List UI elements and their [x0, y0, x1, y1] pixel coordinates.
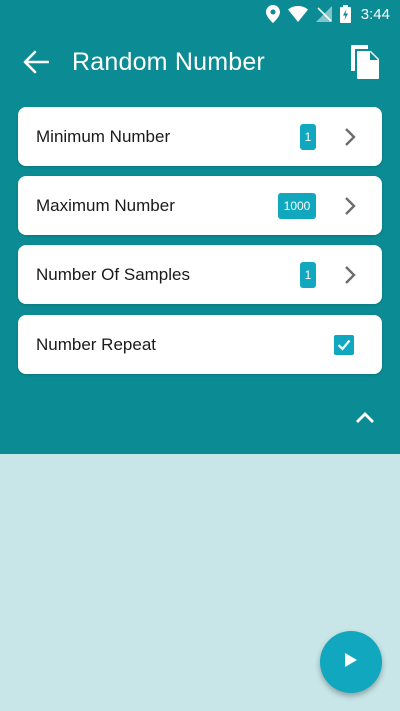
chevron-right-icon	[340, 196, 360, 216]
copy-icon	[349, 44, 379, 84]
chevron-up-icon	[355, 410, 375, 429]
generate-button[interactable]	[320, 631, 382, 693]
collapse-button[interactable]	[350, 404, 380, 434]
setting-label: Minimum Number	[36, 126, 171, 146]
play-icon	[344, 652, 358, 673]
status-bar: 3:44	[0, 0, 400, 28]
setting-minimum-number[interactable]: Minimum Number 1	[18, 107, 382, 166]
toolbar: Random Number	[0, 32, 400, 96]
arrow-left-icon	[23, 50, 50, 79]
setting-maximum-number[interactable]: Maximum Number 1000	[18, 176, 382, 235]
battery-charging-icon	[339, 5, 351, 23]
value-badge: 1	[300, 261, 316, 288]
value-badge: 1000	[278, 192, 316, 219]
settings-panel: 3:44 Random Number Minimum Number 1 Maxi…	[0, 0, 400, 454]
wifi-icon	[287, 6, 308, 22]
setting-label: Number Of Samples	[36, 264, 190, 284]
chevron-right-icon	[340, 127, 360, 147]
signal-icon	[315, 6, 332, 22]
setting-number-repeat[interactable]: Number Repeat	[18, 315, 382, 374]
setting-label: Maximum Number	[36, 195, 175, 215]
page-title: Random Number	[72, 48, 265, 76]
chevron-right-icon	[340, 265, 360, 285]
value-badge: 1	[300, 123, 316, 150]
location-icon	[265, 5, 280, 23]
status-time: 3:44	[360, 5, 390, 23]
copy-button[interactable]	[342, 42, 386, 86]
number-repeat-checkbox[interactable]	[334, 334, 354, 355]
check-icon	[337, 339, 351, 351]
setting-number-of-samples[interactable]: Number Of Samples 1	[18, 245, 382, 304]
back-button[interactable]	[14, 46, 58, 82]
setting-label: Number Repeat	[36, 334, 157, 354]
